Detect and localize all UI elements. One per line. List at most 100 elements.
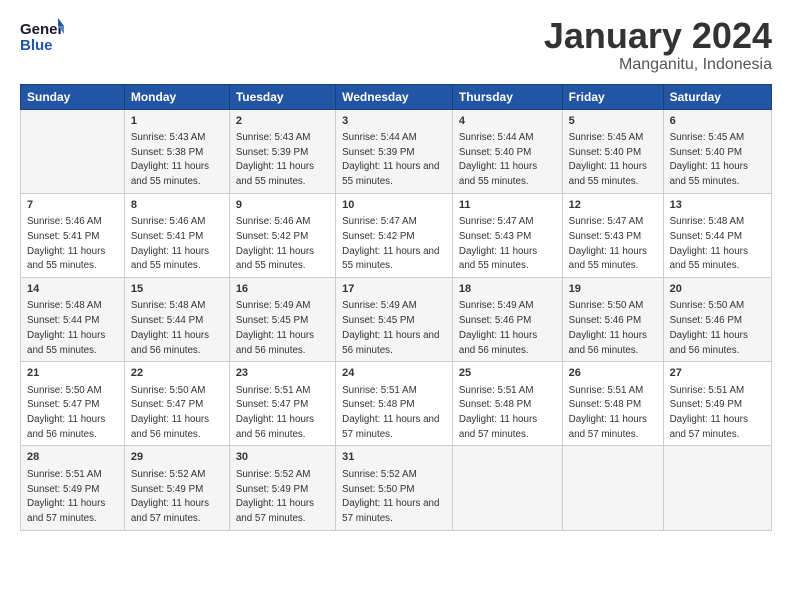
day-number: 16 (236, 282, 329, 297)
header-friday: Friday (562, 84, 663, 109)
calendar-cell: 6 Sunrise: 5:45 AM Sunset: 5:40 PM Dayli… (663, 109, 771, 193)
cell-sunset: Sunset: 5:43 PM (569, 231, 641, 242)
day-number: 18 (459, 282, 556, 297)
cell-sunrise: Sunrise: 5:47 AM (459, 216, 534, 227)
logo: General Blue (20, 16, 64, 54)
day-number: 19 (569, 282, 657, 297)
svg-text:General: General (20, 21, 64, 38)
cell-sunrise: Sunrise: 5:49 AM (459, 300, 534, 311)
cell-daylight: Daylight: 11 hours and 56 minutes. (342, 330, 439, 356)
calendar-cell: 9 Sunrise: 5:46 AM Sunset: 5:42 PM Dayli… (229, 193, 335, 277)
cell-sunrise: Sunrise: 5:47 AM (569, 216, 644, 227)
cell-sunrise: Sunrise: 5:43 AM (236, 132, 311, 143)
cell-sunset: Sunset: 5:40 PM (670, 147, 742, 158)
cell-sunrise: Sunrise: 5:48 AM (27, 300, 102, 311)
cell-sunrise: Sunrise: 5:51 AM (670, 385, 745, 396)
header-wednesday: Wednesday (336, 84, 453, 109)
calendar-cell: 5 Sunrise: 5:45 AM Sunset: 5:40 PM Dayli… (562, 109, 663, 193)
cell-sunset: Sunset: 5:47 PM (236, 399, 308, 410)
cell-daylight: Daylight: 11 hours and 55 minutes. (131, 161, 209, 187)
cell-sunrise: Sunrise: 5:44 AM (459, 132, 534, 143)
calendar-cell: 19 Sunrise: 5:50 AM Sunset: 5:46 PM Dayl… (562, 278, 663, 362)
cell-daylight: Daylight: 11 hours and 56 minutes. (131, 330, 209, 356)
calendar-cell: 28 Sunrise: 5:51 AM Sunset: 5:49 PM Dayl… (21, 446, 125, 530)
cell-sunset: Sunset: 5:48 PM (459, 399, 531, 410)
cell-sunset: Sunset: 5:40 PM (569, 147, 641, 158)
cell-sunset: Sunset: 5:47 PM (131, 399, 203, 410)
calendar-cell: 18 Sunrise: 5:49 AM Sunset: 5:46 PM Dayl… (452, 278, 562, 362)
calendar-cell: 24 Sunrise: 5:51 AM Sunset: 5:48 PM Dayl… (336, 362, 453, 446)
calendar-cell: 7 Sunrise: 5:46 AM Sunset: 5:41 PM Dayli… (21, 193, 125, 277)
calendar-cell (452, 446, 562, 530)
cell-sunset: Sunset: 5:49 PM (131, 484, 203, 495)
cell-sunset: Sunset: 5:50 PM (342, 484, 414, 495)
cell-sunset: Sunset: 5:49 PM (236, 484, 308, 495)
calendar-cell (21, 109, 125, 193)
cell-sunrise: Sunrise: 5:46 AM (27, 216, 102, 227)
title-block: January 2024 Manganitu, Indonesia (544, 16, 772, 74)
header-saturday: Saturday (663, 84, 771, 109)
day-number: 22 (131, 366, 223, 381)
cell-sunset: Sunset: 5:42 PM (342, 231, 414, 242)
cell-sunset: Sunset: 5:48 PM (342, 399, 414, 410)
cell-daylight: Daylight: 11 hours and 56 minutes. (131, 414, 209, 440)
calendar-cell: 2 Sunrise: 5:43 AM Sunset: 5:39 PM Dayli… (229, 109, 335, 193)
day-number: 9 (236, 198, 329, 213)
cell-sunset: Sunset: 5:46 PM (670, 315, 742, 326)
cell-sunset: Sunset: 5:43 PM (459, 231, 531, 242)
cell-daylight: Daylight: 11 hours and 57 minutes. (670, 414, 748, 440)
cell-sunrise: Sunrise: 5:51 AM (569, 385, 644, 396)
calendar-cell: 3 Sunrise: 5:44 AM Sunset: 5:39 PM Dayli… (336, 109, 453, 193)
cell-daylight: Daylight: 11 hours and 57 minutes. (131, 498, 209, 524)
cell-sunrise: Sunrise: 5:49 AM (236, 300, 311, 311)
day-number: 14 (27, 282, 118, 297)
day-number: 20 (670, 282, 765, 297)
calendar-cell (663, 446, 771, 530)
cell-sunrise: Sunrise: 5:50 AM (131, 385, 206, 396)
cell-daylight: Daylight: 11 hours and 55 minutes. (236, 161, 314, 187)
cell-sunset: Sunset: 5:44 PM (670, 231, 742, 242)
calendar-cell: 15 Sunrise: 5:48 AM Sunset: 5:44 PM Dayl… (124, 278, 229, 362)
calendar-cell: 11 Sunrise: 5:47 AM Sunset: 5:43 PM Dayl… (452, 193, 562, 277)
day-number: 8 (131, 198, 223, 213)
cell-daylight: Daylight: 11 hours and 55 minutes. (569, 161, 647, 187)
cell-daylight: Daylight: 11 hours and 55 minutes. (342, 246, 439, 272)
cell-sunset: Sunset: 5:47 PM (27, 399, 99, 410)
day-number: 10 (342, 198, 446, 213)
cell-sunrise: Sunrise: 5:48 AM (131, 300, 206, 311)
cell-sunrise: Sunrise: 5:50 AM (670, 300, 745, 311)
cell-daylight: Daylight: 11 hours and 55 minutes. (27, 330, 105, 356)
cell-sunrise: Sunrise: 5:44 AM (342, 132, 417, 143)
cell-sunrise: Sunrise: 5:52 AM (131, 469, 206, 480)
day-number: 13 (670, 198, 765, 213)
day-number: 17 (342, 282, 446, 297)
day-number: 27 (670, 366, 765, 381)
cell-sunrise: Sunrise: 5:51 AM (236, 385, 311, 396)
calendar-cell: 4 Sunrise: 5:44 AM Sunset: 5:40 PM Dayli… (452, 109, 562, 193)
header: General Blue January 2024 Manganitu, Ind… (20, 16, 772, 74)
page-title: January 2024 (544, 16, 772, 56)
day-number: 3 (342, 114, 446, 129)
calendar-cell: 27 Sunrise: 5:51 AM Sunset: 5:49 PM Dayl… (663, 362, 771, 446)
calendar-table: Sunday Monday Tuesday Wednesday Thursday… (20, 84, 772, 531)
header-sunday: Sunday (21, 84, 125, 109)
cell-daylight: Daylight: 11 hours and 57 minutes. (236, 498, 314, 524)
calendar-cell: 22 Sunrise: 5:50 AM Sunset: 5:47 PM Dayl… (124, 362, 229, 446)
calendar-cell: 29 Sunrise: 5:52 AM Sunset: 5:49 PM Dayl… (124, 446, 229, 530)
day-number: 11 (459, 198, 556, 213)
cell-sunrise: Sunrise: 5:43 AM (131, 132, 206, 143)
cell-sunset: Sunset: 5:46 PM (459, 315, 531, 326)
calendar-cell: 8 Sunrise: 5:46 AM Sunset: 5:41 PM Dayli… (124, 193, 229, 277)
cell-sunset: Sunset: 5:41 PM (27, 231, 99, 242)
calendar-cell: 13 Sunrise: 5:48 AM Sunset: 5:44 PM Dayl… (663, 193, 771, 277)
calendar-week-row: 1 Sunrise: 5:43 AM Sunset: 5:38 PM Dayli… (21, 109, 772, 193)
cell-daylight: Daylight: 11 hours and 55 minutes. (569, 246, 647, 272)
cell-sunrise: Sunrise: 5:52 AM (236, 469, 311, 480)
cell-sunrise: Sunrise: 5:48 AM (670, 216, 745, 227)
calendar-cell: 30 Sunrise: 5:52 AM Sunset: 5:49 PM Dayl… (229, 446, 335, 530)
calendar-week-row: 14 Sunrise: 5:48 AM Sunset: 5:44 PM Dayl… (21, 278, 772, 362)
cell-daylight: Daylight: 11 hours and 57 minutes. (342, 498, 439, 524)
day-number: 12 (569, 198, 657, 213)
calendar-week-row: 21 Sunrise: 5:50 AM Sunset: 5:47 PM Dayl… (21, 362, 772, 446)
cell-daylight: Daylight: 11 hours and 57 minutes. (342, 414, 439, 440)
